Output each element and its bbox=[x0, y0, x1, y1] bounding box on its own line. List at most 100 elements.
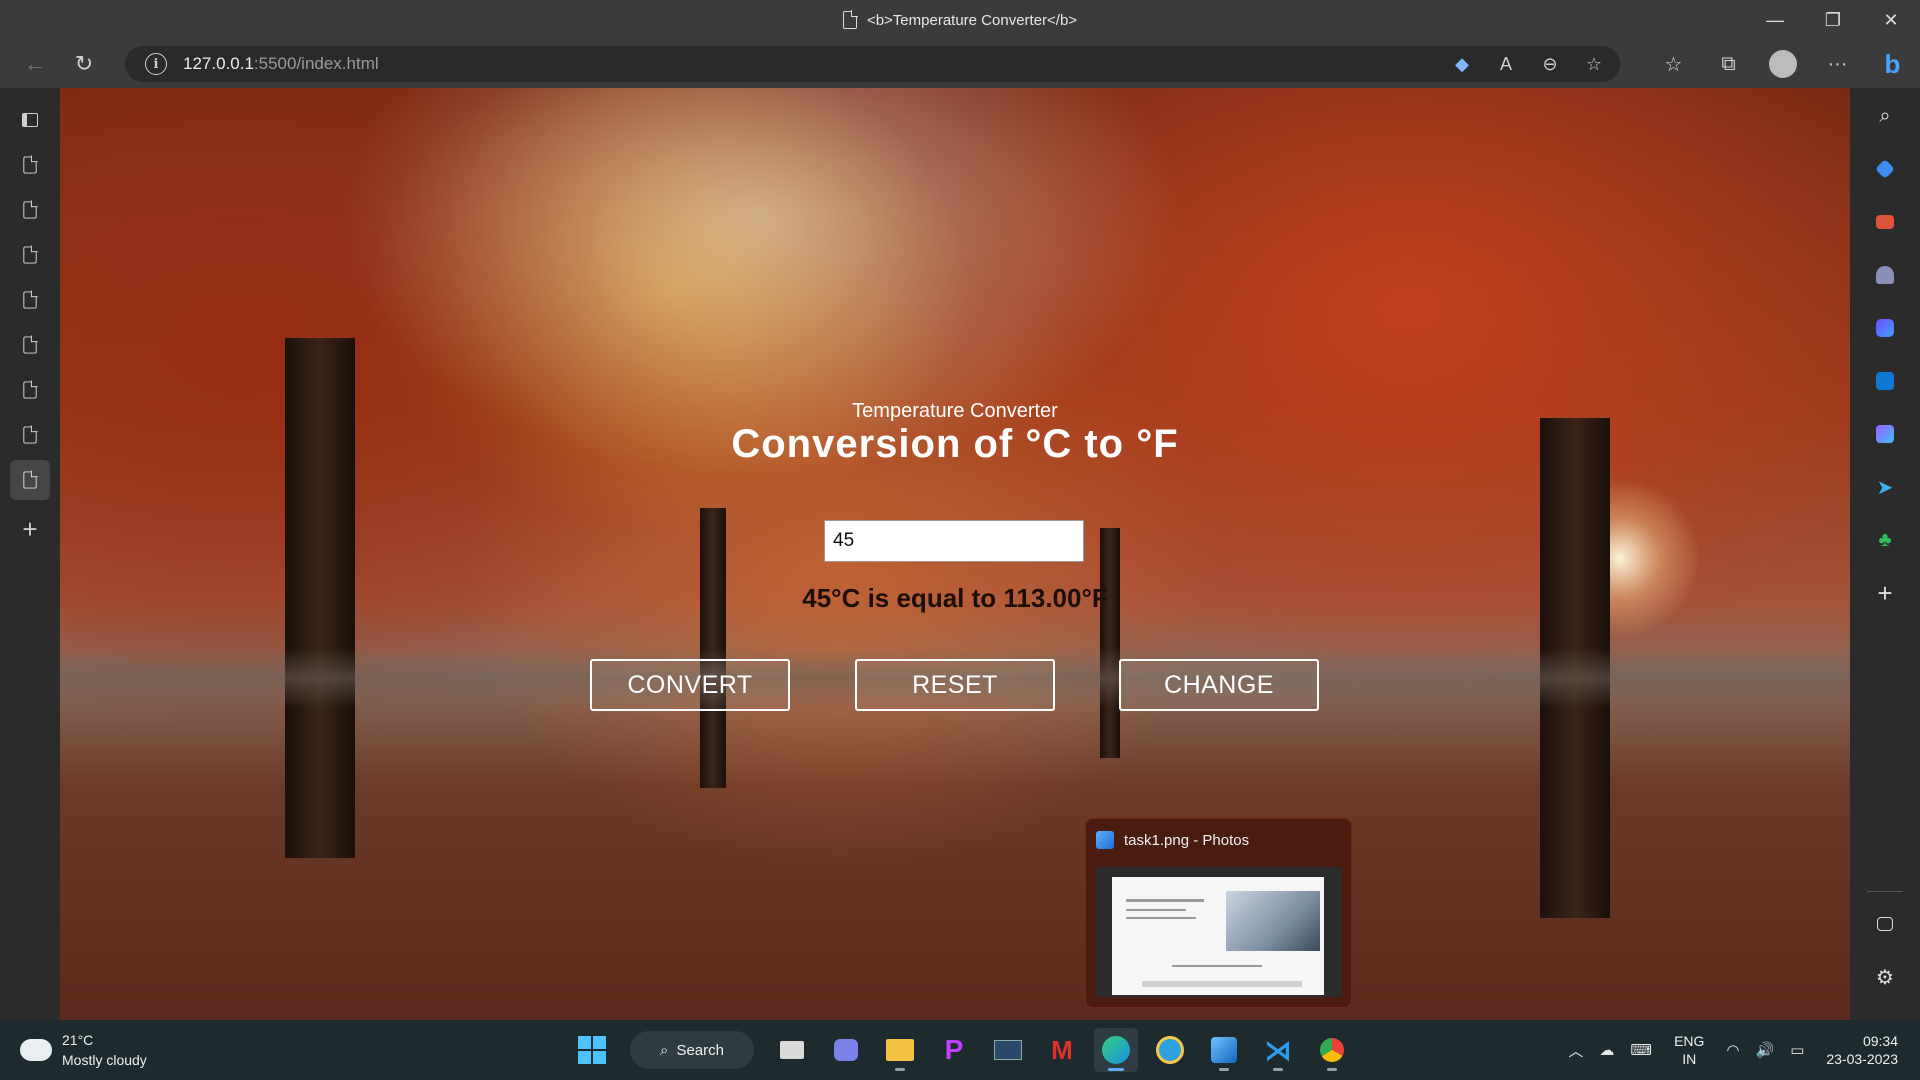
close-button[interactable]: ✕ bbox=[1862, 0, 1920, 40]
address-bar[interactable]: i 127.0.0.1:5500/index.html ◆ A ⊖ ☆ bbox=[125, 46, 1620, 82]
thumbnail-title: task1.png - Photos bbox=[1124, 831, 1250, 849]
tab-1[interactable] bbox=[10, 145, 50, 185]
site-info-icon[interactable]: i bbox=[145, 53, 167, 75]
shopping-icon[interactable] bbox=[1867, 151, 1903, 187]
document-icon bbox=[842, 10, 858, 29]
running-indicator bbox=[1219, 1068, 1229, 1071]
system-tray: ︿ ☁ ⌨ ENG IN ◠ 🔊 ▭ 09:34 23-03-2023 bbox=[1560, 1020, 1920, 1080]
edge-sidebar: ⌕ ➤ ♣ + ⚙ bbox=[1850, 88, 1920, 1020]
teams-chat-icon[interactable] bbox=[824, 1028, 868, 1072]
file-explorer-icon[interactable] bbox=[878, 1028, 922, 1072]
language-code: ENG bbox=[1674, 1033, 1705, 1049]
settings-icon[interactable]: ⚙ bbox=[1867, 959, 1903, 995]
internet-explorer-icon[interactable] bbox=[1148, 1028, 1192, 1072]
onedrive-cloud-icon[interactable]: ☁ bbox=[1599, 1041, 1614, 1059]
vscode-icon[interactable]: ⋊ bbox=[1256, 1028, 1300, 1072]
read-aloud-icon[interactable]: A bbox=[1488, 46, 1524, 82]
back-button[interactable]: ← bbox=[13, 44, 57, 84]
designer-icon[interactable] bbox=[1867, 416, 1903, 452]
zoom-icon[interactable]: ⊖ bbox=[1532, 46, 1568, 82]
language-indicator[interactable]: ENG IN bbox=[1674, 1032, 1704, 1068]
chevron-up-icon[interactable]: ︿ bbox=[1568, 1040, 1583, 1061]
active-indicator bbox=[1108, 1068, 1124, 1071]
telegram-icon[interactable]: ➤ bbox=[1867, 469, 1903, 505]
photos-icon[interactable] bbox=[1202, 1028, 1246, 1072]
task-view-icon[interactable] bbox=[770, 1028, 814, 1072]
collections-icon[interactable]: ⧉ bbox=[1701, 40, 1756, 88]
running-indicator bbox=[1327, 1068, 1337, 1071]
photos-app-icon bbox=[1096, 831, 1114, 849]
tab-active[interactable] bbox=[10, 460, 50, 500]
restore-button[interactable]: ❐ bbox=[1804, 0, 1862, 40]
tools-icon[interactable] bbox=[1867, 204, 1903, 240]
weather-widget[interactable]: 21°C Mostly cloudy bbox=[20, 1030, 147, 1070]
refresh-button[interactable]: ↻ bbox=[62, 44, 106, 84]
tab-5[interactable] bbox=[10, 325, 50, 365]
tab-4[interactable] bbox=[10, 280, 50, 320]
battery-icon[interactable]: ▭ bbox=[1790, 1041, 1804, 1059]
tab-2[interactable] bbox=[10, 190, 50, 230]
minimize-button[interactable]: — bbox=[1746, 0, 1804, 40]
tab-3[interactable] bbox=[10, 235, 50, 275]
start-button[interactable] bbox=[570, 1028, 614, 1072]
page-icon bbox=[23, 470, 38, 489]
convert-button[interactable]: CONVERT bbox=[590, 659, 790, 711]
thumbnail-text-line bbox=[1126, 899, 1204, 902]
page-viewport: Temperature Converter Conversion of °C t… bbox=[60, 88, 1850, 1020]
url-path: :5500/index.html bbox=[253, 54, 379, 73]
games-icon[interactable] bbox=[1867, 257, 1903, 293]
tab-actions-button[interactable] bbox=[10, 100, 50, 140]
reset-button[interactable]: RESET bbox=[855, 659, 1055, 711]
thumbnail-text-line bbox=[1126, 917, 1196, 919]
search-icon[interactable]: ⌕ bbox=[1867, 98, 1903, 134]
add-icon[interactable]: + bbox=[1867, 575, 1903, 611]
mcafee-icon[interactable]: M bbox=[1040, 1028, 1084, 1072]
taskbar-thumbnail-popup[interactable]: task1.png - Photos bbox=[1085, 818, 1352, 1008]
shopping-tag-icon[interactable]: ◆ bbox=[1444, 46, 1480, 82]
thumbnail-preview[interactable] bbox=[1096, 867, 1342, 997]
weather-temperature: 21°C bbox=[62, 1032, 94, 1048]
browser-toolbar: ← ↻ i 127.0.0.1:5500/index.html ◆ A ⊖ ☆ … bbox=[0, 40, 1920, 88]
cloudy-weather-icon bbox=[20, 1031, 52, 1061]
tab-7[interactable] bbox=[10, 415, 50, 455]
favorites-icon[interactable]: ☆ bbox=[1646, 40, 1701, 88]
weather-text: 21°C Mostly cloudy bbox=[62, 1030, 147, 1070]
running-indicator bbox=[895, 1068, 905, 1071]
running-indicator bbox=[1273, 1068, 1283, 1071]
tree-icon[interactable]: ♣ bbox=[1867, 522, 1903, 558]
split-screen-icon[interactable] bbox=[1867, 906, 1903, 942]
add-favorite-icon[interactable]: ☆ bbox=[1576, 46, 1612, 82]
windows-logo-icon bbox=[578, 1036, 606, 1064]
mysql-workbench-icon[interactable] bbox=[986, 1028, 1030, 1072]
chrome-icon[interactable] bbox=[1310, 1028, 1354, 1072]
address-bar-actions: ◆ A ⊖ ☆ bbox=[1444, 46, 1612, 82]
wifi-icon[interactable]: ◠ bbox=[1726, 1041, 1739, 1059]
outlook-icon[interactable] bbox=[1867, 363, 1903, 399]
tab-6[interactable] bbox=[10, 370, 50, 410]
window-title: <b>Temperature Converter</b> bbox=[866, 11, 1078, 29]
change-button[interactable]: CHANGE bbox=[1119, 659, 1319, 711]
search-icon: ⌕ bbox=[660, 1041, 669, 1059]
page-icon bbox=[23, 290, 38, 309]
toolbar-actions: ☆ ⧉ ··· b bbox=[1646, 40, 1920, 88]
new-tab-button[interactable]: + bbox=[10, 509, 50, 549]
temperature-input[interactable] bbox=[824, 520, 1084, 562]
microsoft-365-icon[interactable] bbox=[1867, 310, 1903, 346]
clock[interactable]: 09:34 23-03-2023 bbox=[1826, 1032, 1898, 1068]
volume-icon[interactable]: 🔊 bbox=[1756, 1041, 1775, 1059]
keyboard-icon[interactable]: ⌨ bbox=[1630, 1041, 1652, 1059]
profile-icon[interactable] bbox=[1769, 50, 1797, 78]
taskbar-search-button[interactable]: ⌕ Search bbox=[630, 1031, 754, 1069]
url-host: 127.0.0.1 bbox=[183, 54, 254, 73]
page-subtitle: Temperature Converter bbox=[852, 400, 1058, 422]
more-icon[interactable]: ··· bbox=[1810, 40, 1865, 88]
edge-browser-icon[interactable] bbox=[1094, 1028, 1138, 1072]
bing-icon[interactable]: b bbox=[1865, 40, 1920, 88]
thumbnail-text-line bbox=[1142, 981, 1302, 987]
page-icon bbox=[23, 380, 38, 399]
url-text[interactable]: 127.0.0.1:5500/index.html bbox=[183, 54, 379, 74]
page-title: Conversion of °C to °F bbox=[731, 422, 1179, 466]
conversion-result: 45°C is equal to 113.00°F bbox=[802, 583, 1108, 613]
page-icon bbox=[23, 155, 38, 174]
picsart-icon[interactable]: P bbox=[932, 1028, 976, 1072]
